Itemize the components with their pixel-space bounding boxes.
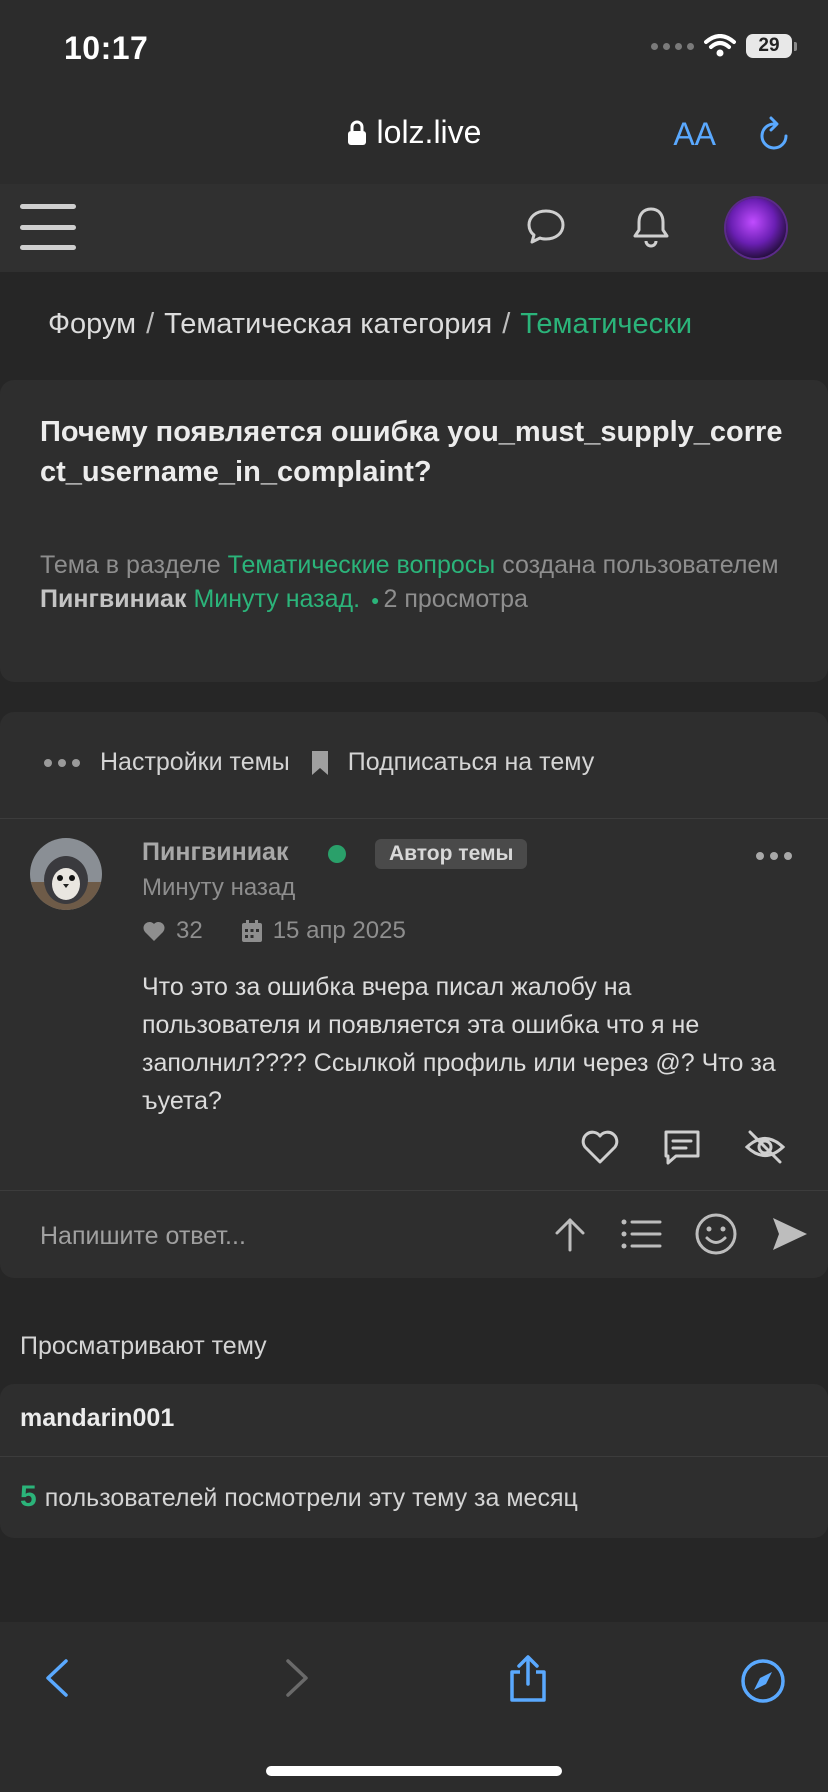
thread-author-link[interactable]: Пингвиниак [40,585,186,613]
clock: 10:17 [64,30,149,66]
hide-eye-icon[interactable] [744,1128,786,1166]
status-icons: 29 [651,34,797,58]
meta-mid: создана пользователем [502,551,779,579]
online-status-indicator [328,845,346,863]
breadcrumb-forum[interactable]: Форум [48,308,136,340]
post-more-menu-icon[interactable] [756,852,792,860]
divider [0,1190,828,1191]
post-author-avatar[interactable] [30,838,102,910]
thread-title: Почему появляется ошибка you_must_supply… [40,416,783,488]
post-time[interactable]: Минуту назад [142,874,295,902]
thread-settings-button[interactable]: Настройки темы [100,748,290,777]
breadcrumb-category[interactable]: Тематическая категория [164,308,492,340]
bookmark-icon[interactable] [310,749,330,777]
thread-views: 2 просмотра [383,585,528,613]
status-bar: 10:17 29 [0,0,828,92]
post-body: Что это за ошибка вчера писал жалобу на … [142,973,776,1115]
heart-icon [143,921,165,941]
like-icon[interactable] [580,1129,620,1165]
reply-input[interactable]: Напишите ответ... [40,1222,246,1251]
divider [0,1456,828,1457]
post-actions [580,1128,786,1166]
cellular-signal-icon [651,42,694,50]
home-indicator [266,1766,562,1776]
thread-tools: Настройки темы Подписаться на тему [44,748,594,777]
text-size-button[interactable]: AA [673,116,716,153]
compass-icon[interactable] [740,1658,786,1704]
subscribe-button[interactable]: Подписаться на тему [348,748,594,777]
author-register-date: 15 апр 2025 [272,917,406,944]
chat-bubble-icon[interactable] [525,206,567,248]
browser-toolbar [0,1622,828,1792]
back-icon[interactable] [42,1658,72,1698]
send-icon[interactable] [770,1214,810,1254]
wifi-icon [704,34,736,57]
user-avatar[interactable] [726,198,786,258]
bell-icon[interactable] [630,204,672,250]
viewer-username[interactable]: mandarin001 [20,1404,174,1433]
author-likes-count: 32 [176,917,203,944]
monthly-viewers: 5 пользователей посмотрели эту тему за м… [20,1480,578,1514]
thread-meta: Тема в разделе Тематические вопросы созд… [40,548,790,617]
thread-created-link[interactable]: Минуту назад. [193,585,360,613]
post-author-name[interactable]: Пингвиниак [142,838,288,867]
menu-icon[interactable] [20,204,76,250]
thread-author-badge: Автор темы [375,839,528,869]
monthly-viewers-text: пользователей посмотрели эту тему за мес… [44,1484,578,1512]
browser-address-bar[interactable]: lolz.live AA [0,92,828,184]
section-link[interactable]: Тематические вопросы [228,551,496,579]
breadcrumb: Форум / Тематическая категория / Тематически [48,308,788,341]
viewers-heading: Просматривают тему [20,1332,267,1360]
url-text: lolz.live [376,114,482,150]
monthly-viewers-count[interactable]: 5 [20,1480,37,1514]
reply-toolbar [552,1212,810,1256]
reload-icon[interactable] [758,114,792,152]
breadcrumb-separator: / [146,308,155,340]
breadcrumb-separator: / [502,308,511,340]
share-icon[interactable] [506,1654,550,1704]
divider [0,818,828,819]
breadcrumb-current[interactable]: Тематически [520,308,692,340]
emoji-icon[interactable] [694,1212,738,1256]
site-header [0,184,828,272]
more-dots-icon [44,758,80,767]
forward-icon[interactable] [282,1658,312,1698]
arrow-up-icon[interactable] [552,1214,588,1254]
lock-icon [347,120,366,145]
list-icon[interactable] [620,1216,662,1252]
author-stats: 32 15 апр 2025 [142,917,406,945]
calendar-icon [241,920,262,942]
quote-reply-icon[interactable] [662,1128,702,1166]
separator-dot: ● [371,592,380,609]
battery-indicator: 29 [746,34,797,58]
meta-prefix: Тема в разделе [40,551,221,579]
